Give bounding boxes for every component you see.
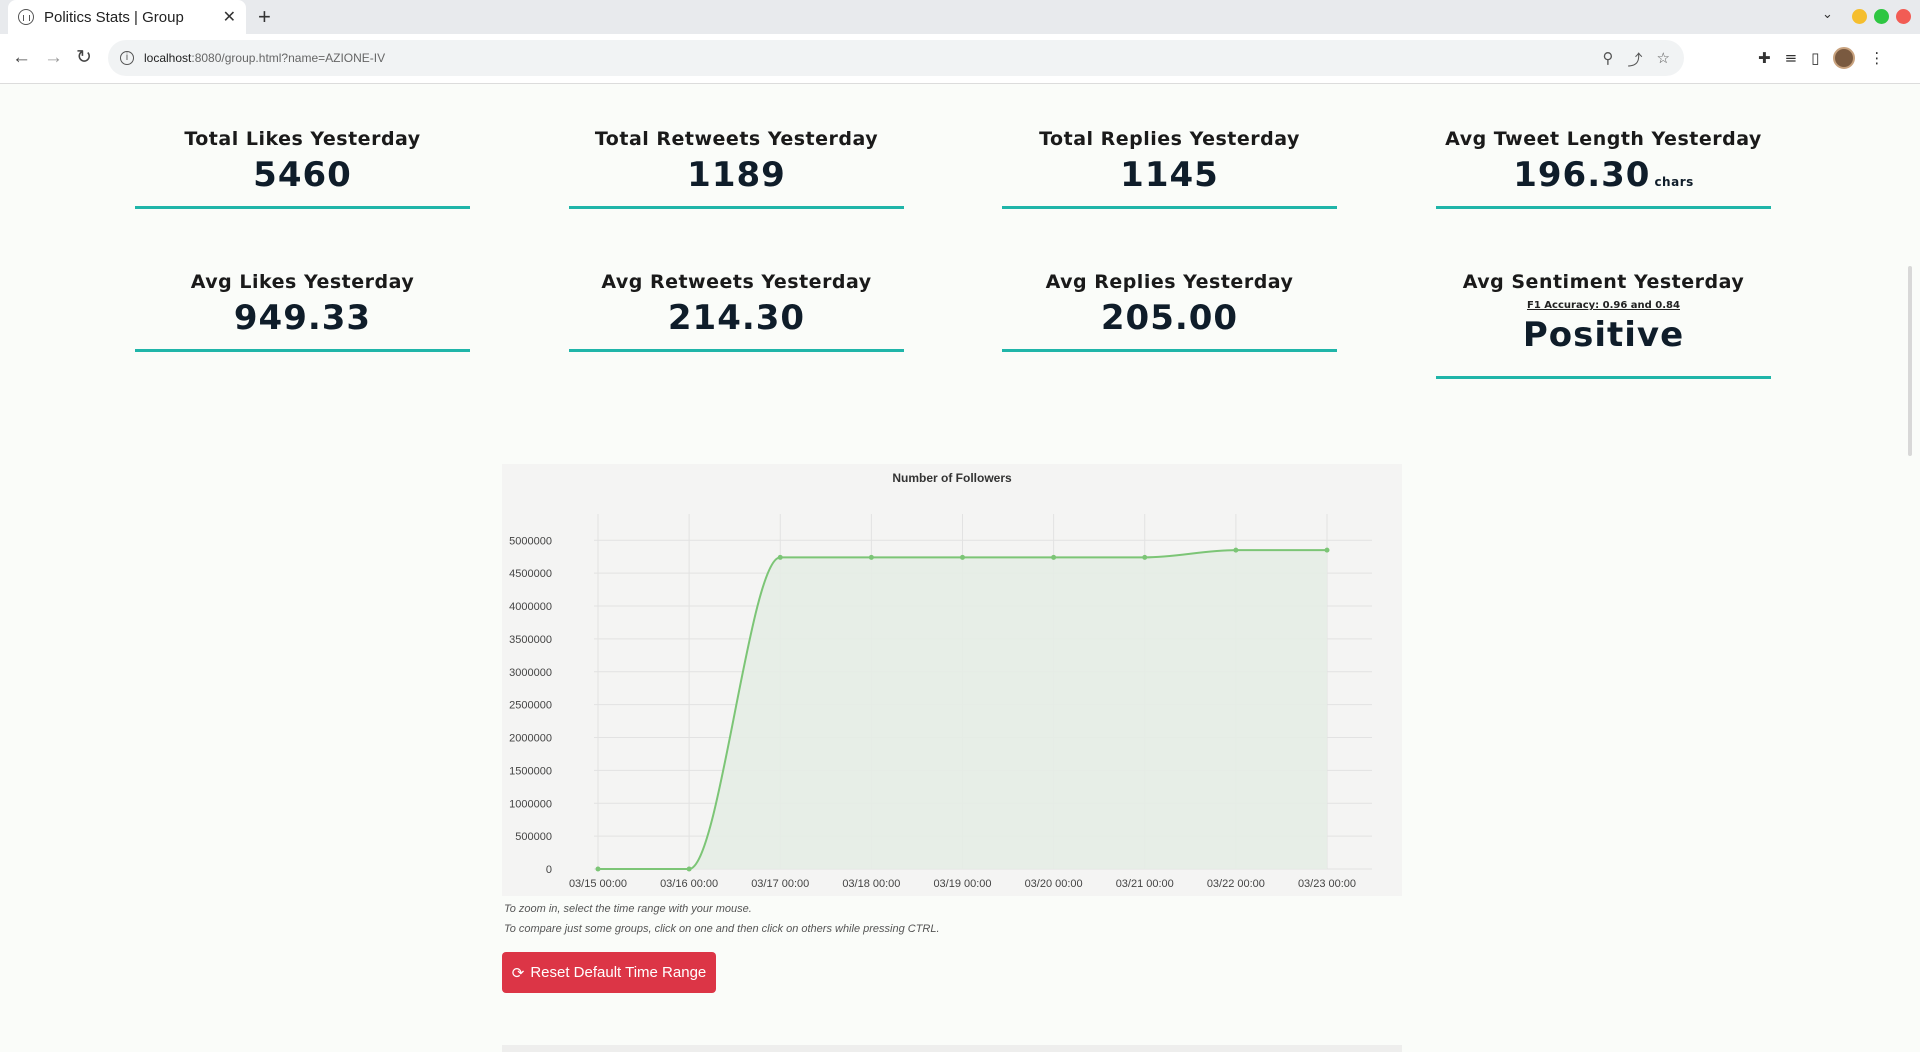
y-tick-label: 4500000: [509, 568, 552, 580]
browser-toolbar: ← → ↻ i localhost:8080/group.html?name=A…: [0, 34, 1920, 84]
forward-arrow-icon[interactable]: →: [44, 46, 63, 70]
stat-avg-sentiment: Avg Sentiment Yesterday F1 Accuracy: 0.9…: [1436, 271, 1771, 379]
data-point: [1051, 554, 1057, 560]
zoom-hint: To zoom in, select the time range with y…: [504, 903, 752, 915]
stat-unit: chars: [1654, 175, 1694, 189]
stat-total-likes: Total Likes Yesterday 5460: [135, 128, 470, 209]
y-tick-label: 2500000: [509, 700, 552, 712]
y-tick-label: 0: [546, 864, 552, 876]
bookmark-star-icon[interactable]: ☆: [1657, 49, 1670, 70]
extensions-puzzle-icon[interactable]: ✚: [1758, 49, 1771, 67]
followers-chart[interactable]: Number of Followers 0 500000 1000000 1500000…: [502, 464, 1402, 896]
x-tick-label: 03/19 00:00: [933, 878, 991, 890]
share-icon[interactable]: ⤴: [1628, 49, 1643, 70]
x-tick-label: 03/17 00:00: [751, 878, 809, 890]
x-tick-label: 03/23 00:00: [1298, 878, 1356, 890]
tab-search-chevron-icon[interactable]: ⌄: [1822, 7, 1833, 22]
stat-total-replies: Total Replies Yesterday 1145: [1002, 128, 1337, 209]
browser-tab[interactable]: Politics Stats | Group ✕: [8, 0, 246, 34]
page-scrollbar[interactable]: [1908, 266, 1912, 456]
window-minimize-button[interactable]: [1852, 9, 1867, 24]
site-info-icon[interactable]: i: [120, 51, 134, 65]
stat-label: Avg Retweets Yesterday: [601, 271, 872, 293]
data-point: [1233, 547, 1239, 553]
stat-value: 1189: [687, 155, 786, 195]
x-tick-label: 03/22 00:00: [1207, 878, 1265, 890]
followers-chart-svg[interactable]: Number of Followers 0 500000 1000000 1500000…: [502, 464, 1402, 896]
address-bar[interactable]: i localhost:8080/group.html?name=AZIONE-…: [108, 40, 1684, 76]
y-tick-label: 500000: [515, 831, 552, 843]
stat-label: Total Likes Yesterday: [184, 128, 421, 150]
x-tick-label: 03/21 00:00: [1116, 878, 1174, 890]
f1-accuracy-link[interactable]: F1 Accuracy: 0.96 and 0.84: [1527, 300, 1680, 311]
analytics-favicon-icon: [18, 9, 34, 25]
next-chart-panel: [502, 1045, 1402, 1052]
y-tick-label: 1500000: [509, 765, 552, 777]
x-tick-label: 03/18 00:00: [842, 878, 900, 890]
x-tick-label: 03/15 00:00: [569, 878, 627, 890]
refresh-icon: ⟳: [511, 964, 525, 982]
stat-value: 205.00: [1100, 298, 1239, 338]
stat-label: Avg Replies Yesterday: [1045, 271, 1294, 293]
reset-button-label: Reset Default Time Range: [530, 964, 707, 981]
data-point: [868, 554, 874, 560]
x-tick-label: 03/20 00:00: [1025, 878, 1083, 890]
stat-value: Positive: [1522, 315, 1685, 355]
y-tick-label: 5000000: [509, 535, 552, 547]
stat-label: Total Replies Yesterday: [1039, 128, 1300, 150]
y-tick-label: 2000000: [509, 733, 552, 745]
area-fill: [598, 550, 1327, 869]
window-close-button[interactable]: [1896, 9, 1911, 24]
stat-value: 949.33: [233, 298, 372, 338]
media-queue-icon[interactable]: ≡: [1785, 49, 1798, 67]
stat-value: 5460: [253, 155, 352, 195]
stat-avg-likes: Avg Likes Yesterday 949.33: [135, 271, 470, 352]
x-tick-label: 03/16 00:00: [660, 878, 718, 890]
data-point: [686, 866, 692, 872]
data-point: [1142, 554, 1148, 560]
stat-label: Avg Tweet Length Yesterday: [1445, 128, 1762, 150]
data-point: [1324, 547, 1330, 553]
stat-total-retweets: Total Retweets Yesterday 1189: [569, 128, 904, 209]
y-tick-label: 4000000: [509, 601, 552, 613]
new-tab-icon[interactable]: +: [258, 4, 271, 30]
url-text[interactable]: localhost:8080/group.html?name=AZIONE-IV: [144, 51, 385, 65]
stat-value: 214.30: [667, 298, 806, 338]
browser-tab-strip: Politics Stats | Group ✕ + ⌄: [0, 0, 1920, 34]
browser-menu-icon[interactable]: ⋮: [1869, 49, 1884, 67]
y-tick-label: 3500000: [509, 634, 552, 646]
back-arrow-icon[interactable]: ←: [12, 46, 31, 70]
stat-value: 196.30 chars: [1513, 155, 1694, 195]
profile-avatar[interactable]: [1833, 47, 1856, 69]
data-point: [595, 866, 601, 872]
chart-title: Number of Followers: [892, 471, 1012, 485]
stat-label: Avg Likes Yesterday: [190, 271, 415, 293]
zoom-icon[interactable]: ⚲: [1603, 49, 1614, 70]
side-panel-icon[interactable]: ▯: [1811, 49, 1819, 67]
y-tick-label: 3000000: [509, 667, 552, 679]
stat-avg-retweets: Avg Retweets Yesterday 214.30: [569, 271, 904, 352]
stat-value: 1145: [1120, 155, 1219, 195]
data-point: [960, 554, 965, 560]
tab-title: Politics Stats | Group: [44, 8, 184, 26]
compare-hint: To compare just some groups, click on on…: [504, 923, 940, 935]
window-maximize-button[interactable]: [1874, 9, 1889, 24]
reload-icon[interactable]: ↻: [76, 46, 92, 70]
stat-label: Total Retweets Yesterday: [594, 128, 879, 150]
y-tick-label: 1000000: [509, 798, 552, 810]
tab-close-icon[interactable]: ✕: [223, 7, 236, 27]
data-point: [777, 554, 783, 560]
stat-avg-tweet-length: Avg Tweet Length Yesterday 196.30 chars: [1436, 128, 1771, 209]
stat-label: Avg Sentiment Yesterday: [1462, 271, 1745, 293]
stat-avg-replies: Avg Replies Yesterday 205.00: [1002, 271, 1337, 352]
reset-time-range-button[interactable]: ⟳ Reset Default Time Range: [502, 952, 716, 993]
